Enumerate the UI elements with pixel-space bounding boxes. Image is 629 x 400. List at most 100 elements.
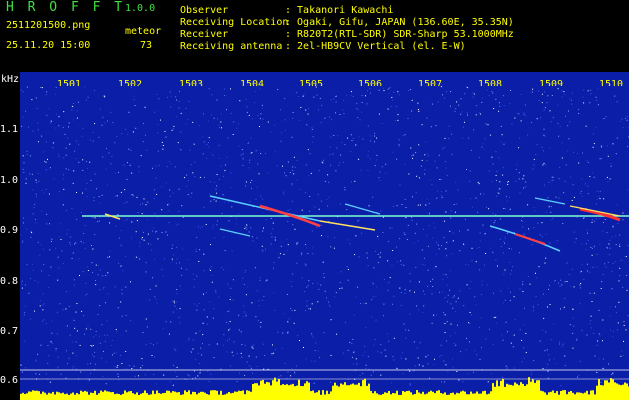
level-bar	[448, 394, 450, 400]
noise-pixel	[307, 149, 309, 151]
noise-pixel	[292, 117, 294, 119]
noise-pixel	[434, 358, 435, 360]
noise-pixel	[538, 266, 540, 268]
noise-pixel	[174, 347, 175, 349]
noise-pixel	[116, 195, 118, 197]
noise-pixel	[259, 118, 261, 120]
noise-pixel	[48, 274, 50, 276]
noise-pixel	[510, 273, 511, 275]
noise-pixel	[313, 96, 315, 98]
noise-pixel	[566, 281, 568, 282]
noise-pixel	[35, 219, 36, 220]
noise-pixel	[602, 319, 604, 321]
noise-pixel	[226, 340, 228, 342]
noise-pixel	[34, 203, 36, 205]
noise-pixel	[519, 113, 520, 115]
level-bar	[410, 392, 412, 400]
noise-pixel	[561, 284, 563, 286]
noise-pixel	[374, 132, 376, 134]
noise-pixel	[377, 262, 379, 264]
noise-pixel	[367, 265, 369, 267]
noise-pixel	[206, 323, 208, 325]
noise-pixel	[92, 132, 94, 133]
noise-pixel	[56, 333, 58, 335]
noise-pixel	[425, 141, 427, 143]
level-bar	[444, 392, 446, 400]
noise-pixel	[374, 339, 376, 340]
level-bar	[166, 390, 168, 400]
level-bar	[398, 394, 400, 400]
noise-pixel	[396, 158, 398, 160]
noise-pixel	[92, 140, 94, 142]
noise-pixel	[357, 158, 359, 160]
noise-pixel	[121, 293, 123, 295]
noise-pixel	[311, 303, 313, 305]
noise-pixel	[445, 167, 447, 169]
noise-pixel	[479, 358, 481, 360]
noise-pixel	[618, 280, 620, 282]
noise-pixel	[626, 274, 628, 276]
noise-pixel	[375, 319, 377, 321]
noise-pixel	[238, 145, 240, 147]
noise-pixel	[72, 352, 74, 354]
noise-pixel	[402, 135, 404, 137]
noise-pixel	[32, 189, 34, 191]
level-bar	[590, 390, 592, 400]
noise-pixel	[66, 350, 67, 352]
noise-pixel	[92, 217, 94, 219]
level-bar	[512, 385, 514, 400]
noise-pixel	[133, 95, 135, 97]
noise-pixel	[333, 98, 335, 100]
noise-pixel	[573, 151, 575, 153]
noise-pixel	[479, 232, 481, 234]
noise-pixel	[432, 278, 434, 280]
noise-pixel	[603, 118, 605, 120]
noise-pixel	[484, 264, 485, 266]
noise-pixel	[315, 342, 317, 344]
noise-pixel	[467, 373, 469, 375]
noise-pixel	[28, 126, 29, 128]
noise-pixel	[598, 358, 600, 360]
noise-pixel	[163, 374, 165, 376]
noise-pixel	[437, 244, 439, 246]
level-bar	[146, 393, 148, 400]
noise-pixel	[383, 90, 385, 92]
noise-pixel	[587, 90, 589, 92]
noise-pixel	[206, 316, 208, 318]
noise-pixel	[606, 145, 608, 147]
noise-pixel	[493, 222, 495, 224]
noise-pixel	[453, 295, 455, 297]
noise-pixel	[436, 167, 438, 169]
noise-pixel	[155, 285, 157, 287]
noise-pixel	[78, 258, 80, 260]
noise-pixel	[101, 357, 102, 359]
noise-pixel	[508, 287, 510, 289]
noise-pixel	[260, 113, 262, 115]
noise-pixel	[209, 181, 211, 183]
noise-pixel	[480, 317, 482, 319]
level-bar	[348, 385, 350, 400]
noise-pixel	[462, 126, 464, 128]
noise-pixel	[533, 360, 535, 361]
noise-pixel	[99, 305, 101, 307]
noise-pixel	[130, 86, 132, 88]
noise-pixel	[182, 248, 183, 250]
noise-pixel	[583, 102, 585, 104]
noise-pixel	[345, 321, 346, 323]
noise-pixel	[358, 219, 360, 221]
noise-pixel	[106, 320, 108, 322]
noise-pixel	[546, 367, 548, 369]
noise-pixel	[299, 340, 300, 341]
noise-pixel	[299, 188, 301, 190]
noise-pixel	[591, 247, 593, 249]
noise-pixel	[483, 193, 485, 195]
noise-pixel	[56, 113, 58, 115]
noise-pixel	[57, 256, 59, 258]
noise-pixel	[395, 106, 397, 107]
noise-pixel	[528, 229, 530, 231]
noise-pixel	[38, 180, 40, 182]
signal-level-bars	[20, 377, 629, 400]
noise-pixel	[175, 349, 177, 351]
noise-pixel	[228, 329, 230, 331]
noise-pixel	[120, 230, 122, 232]
